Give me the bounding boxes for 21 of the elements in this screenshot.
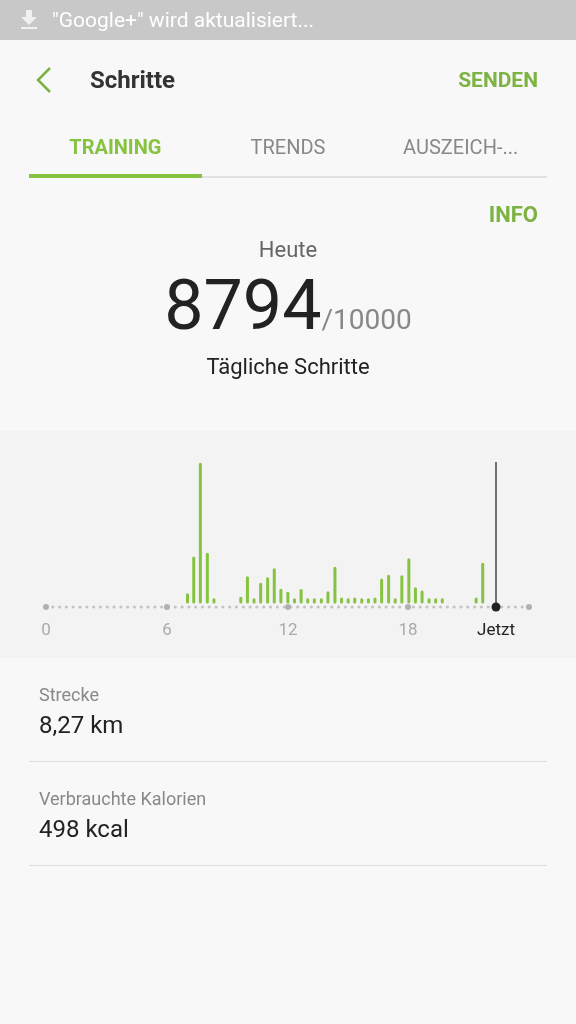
step-goal: /10000 (321, 303, 412, 336)
info-link[interactable]: INFO (488, 202, 538, 227)
stat-label: Verbrauchte Kalorien (39, 788, 208, 809)
stat-value: 8,27 km (39, 711, 125, 739)
day-label: Heute (258, 237, 318, 262)
tab[interactable]: AUSZEICH-... (374, 120, 547, 178)
axis-label: 12 (278, 619, 298, 639)
send-button[interactable]: SENDEN (458, 68, 538, 92)
stat-label: Strecke (39, 684, 100, 705)
tab[interactable]: TRENDS (201, 120, 375, 178)
now-label: Jetzt (477, 619, 515, 639)
steps-caption: Tägliche Schritte (206, 354, 370, 379)
page-title: Schritte (90, 66, 177, 94)
axis-label: 18 (398, 619, 418, 639)
tab[interactable]: TRAINING (29, 120, 202, 178)
download-icon (20, 10, 38, 30)
step-count: 8794 (164, 270, 322, 340)
axis-label: 6 (162, 619, 172, 639)
axis-label: 0 (41, 619, 51, 639)
stat-value: 498 kcal (39, 815, 130, 843)
back-icon[interactable] (34, 66, 54, 94)
